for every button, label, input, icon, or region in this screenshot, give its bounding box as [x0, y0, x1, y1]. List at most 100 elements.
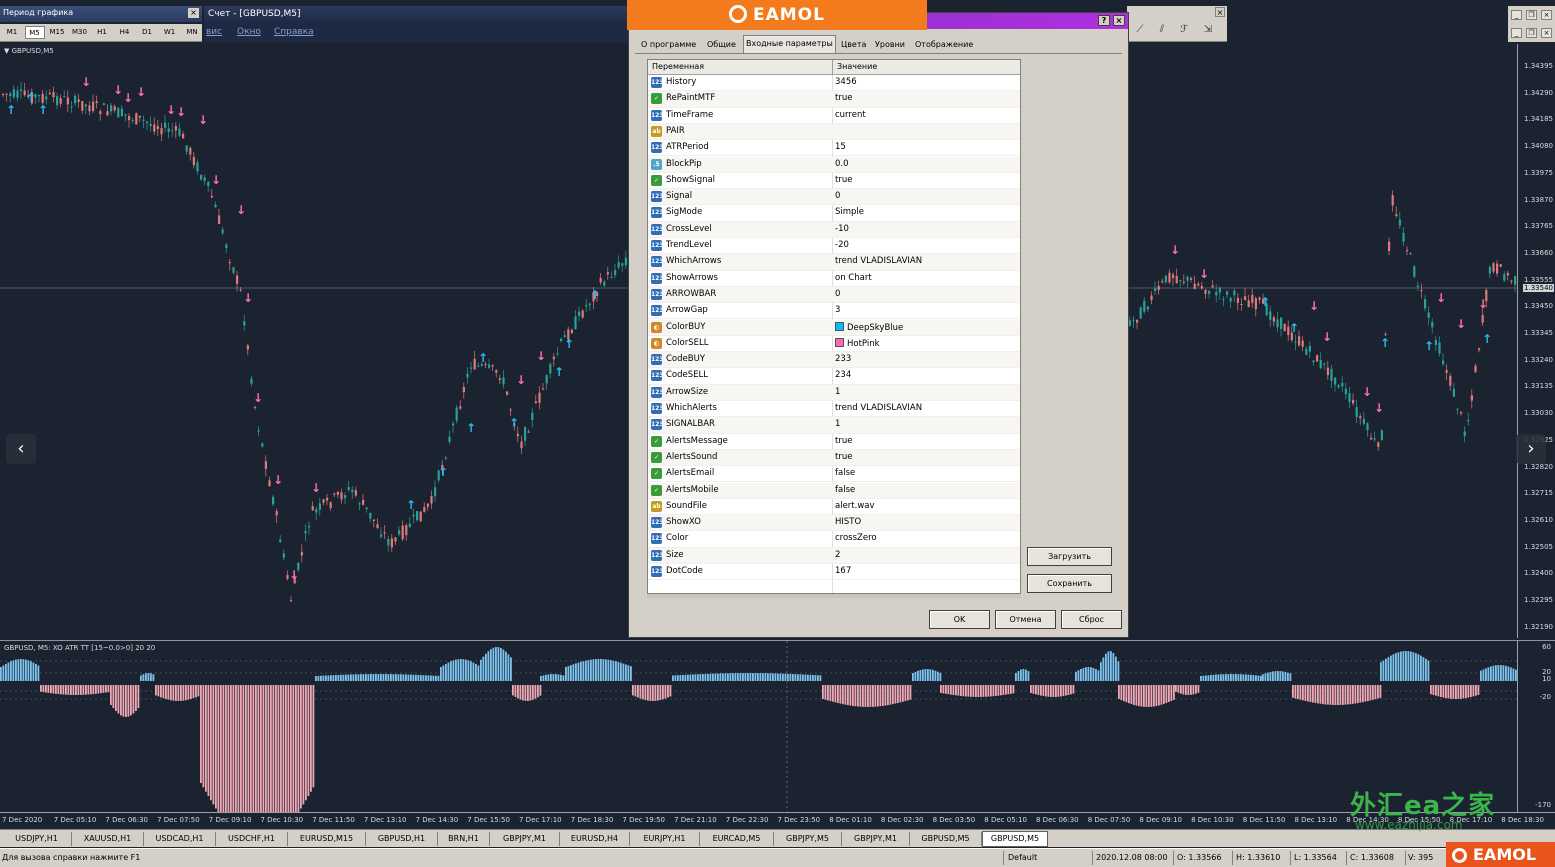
param-row[interactable]: 123 TrendLevel -20 [648, 238, 1020, 255]
minimize-icon[interactable]: _ [1511, 28, 1522, 38]
timeframe-mn[interactable]: MN [182, 26, 202, 39]
param-value[interactable]: DeepSkyBlue [835, 321, 903, 333]
param-value[interactable]: HotPink [835, 337, 880, 349]
param-row[interactable]: 123 ShowXO HISTO [648, 515, 1020, 532]
timeframe-w1[interactable]: W1 [160, 26, 180, 39]
ok-button[interactable]: OK [929, 610, 990, 629]
tab-colors[interactable]: Цвета [839, 37, 868, 53]
reset-button[interactable]: Сброс [1061, 610, 1122, 629]
param-row[interactable]: ✓ RePaintMTF true [648, 91, 1020, 108]
param-row[interactable]: ✓ AlertsSound true [648, 449, 1020, 467]
cancel-button[interactable]: Отмена [995, 610, 1056, 629]
load-button[interactable]: Загрузить [1027, 547, 1112, 566]
param-row[interactable]: 123 WhichArrows trend VLADISLAVIAN [648, 254, 1020, 271]
param-row[interactable]: 123 History 3456 [648, 75, 1020, 92]
param-row[interactable]: 123 CodeSELL 234 [648, 368, 1020, 385]
indicator-window[interactable]: GBPUSD, M5: XO ATR TT [15~0.0>0] 20 20 [0, 640, 1517, 813]
chart-tab[interactable]: USDCHF,H1 [216, 832, 288, 846]
next-arrow-icon[interactable]: › [1516, 434, 1546, 464]
column-variable[interactable]: Переменная [652, 62, 704, 71]
tab-levels[interactable]: Уровни [873, 37, 907, 53]
param-value[interactable]: alert.wav [835, 501, 875, 511]
param-value[interactable]: -10 [835, 224, 849, 234]
param-value[interactable]: trend VLADISLAVIAN [835, 403, 922, 413]
param-value[interactable]: on Chart [835, 273, 872, 283]
param-value[interactable]: true [835, 452, 852, 462]
param-row[interactable]: 123 ATRPeriod 15 [648, 140, 1020, 157]
restore-icon[interactable]: ❐ [1526, 10, 1537, 20]
param-row[interactable]: 123 CodeBUY 233 [648, 352, 1020, 369]
timeframe-m1[interactable]: M1 [2, 26, 22, 39]
trendline-icon[interactable]: ⟋ [1133, 24, 1147, 38]
chart-tab[interactable]: GBPJPY,M5 [774, 832, 842, 846]
tab-common[interactable]: Общие [705, 37, 738, 53]
help-icon[interactable]: ? [1098, 15, 1110, 26]
chart-tab[interactable]: EURUSD,H4 [560, 832, 630, 846]
close-icon[interactable]: × [1541, 28, 1552, 38]
param-row[interactable]: ◐ ColorBUY DeepSkyBlue [648, 319, 1020, 336]
chart-tab[interactable]: BRN,H1 [438, 832, 490, 846]
restore-icon[interactable]: ❐ [1526, 28, 1537, 38]
param-value[interactable]: -20 [835, 240, 849, 250]
param-value[interactable]: 233 [835, 354, 851, 364]
arrows-dropdown-icon[interactable]: ⇲ [1201, 24, 1215, 38]
timeframe-h4[interactable]: H4 [115, 26, 135, 39]
param-value[interactable]: 3456 [835, 77, 857, 87]
timeframe-m15[interactable]: M15 [47, 26, 67, 39]
param-value[interactable]: 1 [835, 387, 840, 397]
param-value[interactable]: 0 [835, 191, 840, 201]
chart-tab[interactable]: GBPUSD,H1 [366, 832, 438, 846]
param-value[interactable]: 15 [835, 142, 846, 152]
param-row[interactable]: 123 SIGNALBAR 1 [648, 417, 1020, 434]
param-row[interactable]: 123 SigMode Simple [648, 205, 1020, 222]
param-row[interactable]: .5 BlockPip 0.0 [648, 156, 1020, 173]
param-row[interactable]: 123 ArrowSize 1 [648, 384, 1020, 401]
param-row[interactable]: 123 Color crossZero [648, 531, 1020, 548]
param-row[interactable]: 123 ARROWBAR 0 [648, 286, 1020, 304]
chart-tab[interactable]: GBPJPY,M1 [842, 832, 910, 846]
close-icon[interactable]: × [1541, 10, 1552, 20]
param-value[interactable]: 1 [835, 419, 840, 429]
tab-about[interactable]: О программе [639, 37, 698, 53]
param-value[interactable]: 167 [835, 566, 851, 576]
timeframe-m30[interactable]: M30 [70, 26, 90, 39]
param-row[interactable]: 123 Size 2 [648, 547, 1020, 564]
param-row[interactable]: ✓ ShowSignal true [648, 173, 1020, 190]
param-value[interactable]: 2 [835, 550, 840, 560]
chart-tab[interactable]: EURJPY,H1 [630, 832, 700, 846]
param-value[interactable]: 0.0 [835, 159, 849, 169]
tab-inputs[interactable]: Входные параметры [743, 35, 836, 53]
param-row[interactable]: 123 DotCode 167 [648, 564, 1020, 581]
chart-tab[interactable]: GBPUSD,M5 [910, 832, 982, 846]
chart-tab[interactable]: XAUUSD,H1 [72, 832, 144, 846]
param-value[interactable]: 3 [835, 305, 840, 315]
close-icon[interactable]: × [188, 8, 199, 18]
fibonacci-icon[interactable]: ℱ [1177, 24, 1191, 38]
close-icon[interactable]: × [1215, 7, 1225, 17]
param-value[interactable]: true [835, 175, 852, 185]
timeframe-m5[interactable]: M5 [24, 26, 45, 39]
menu-help[interactable]: Справка [274, 27, 314, 37]
channel-icon[interactable]: ⫽ [1155, 24, 1169, 38]
menu-service[interactable]: вис [206, 27, 222, 37]
param-row[interactable]: 123 WhichAlerts trend VLADISLAVIAN [648, 401, 1020, 418]
minimize-icon[interactable]: _ [1511, 10, 1522, 20]
param-row[interactable]: ab PAIR [648, 123, 1020, 141]
previous-arrow-icon[interactable]: ‹ [6, 434, 36, 464]
param-row[interactable]: 123 Signal 0 [648, 189, 1020, 206]
param-value[interactable]: false [835, 468, 855, 478]
param-row[interactable]: 123 TimeFrame current [648, 108, 1020, 124]
tab-visualization[interactable]: Отображение [913, 37, 975, 53]
price-axis[interactable]: 1.34395 1.34290 1.34185 1.34080 1.33975 1.338… [1517, 44, 1555, 638]
chart-tab[interactable]: GBPUSD,M5 [982, 831, 1048, 847]
param-value[interactable]: 0 [835, 289, 840, 299]
param-row[interactable]: ✓ AlertsMobile false [648, 482, 1020, 499]
param-value[interactable]: true [835, 436, 852, 446]
chart-tab[interactable]: USDCAD,H1 [144, 832, 216, 846]
close-icon[interactable]: × [1113, 15, 1125, 26]
param-row[interactable]: ◐ ColorSELL HotPink [648, 336, 1020, 353]
param-value[interactable]: Simple [835, 207, 864, 217]
param-row[interactable]: ✓ AlertsMessage true [648, 434, 1020, 450]
param-value[interactable]: trend VLADISLAVIAN [835, 256, 922, 266]
chart-tab[interactable]: EURCAD,M5 [700, 832, 774, 846]
